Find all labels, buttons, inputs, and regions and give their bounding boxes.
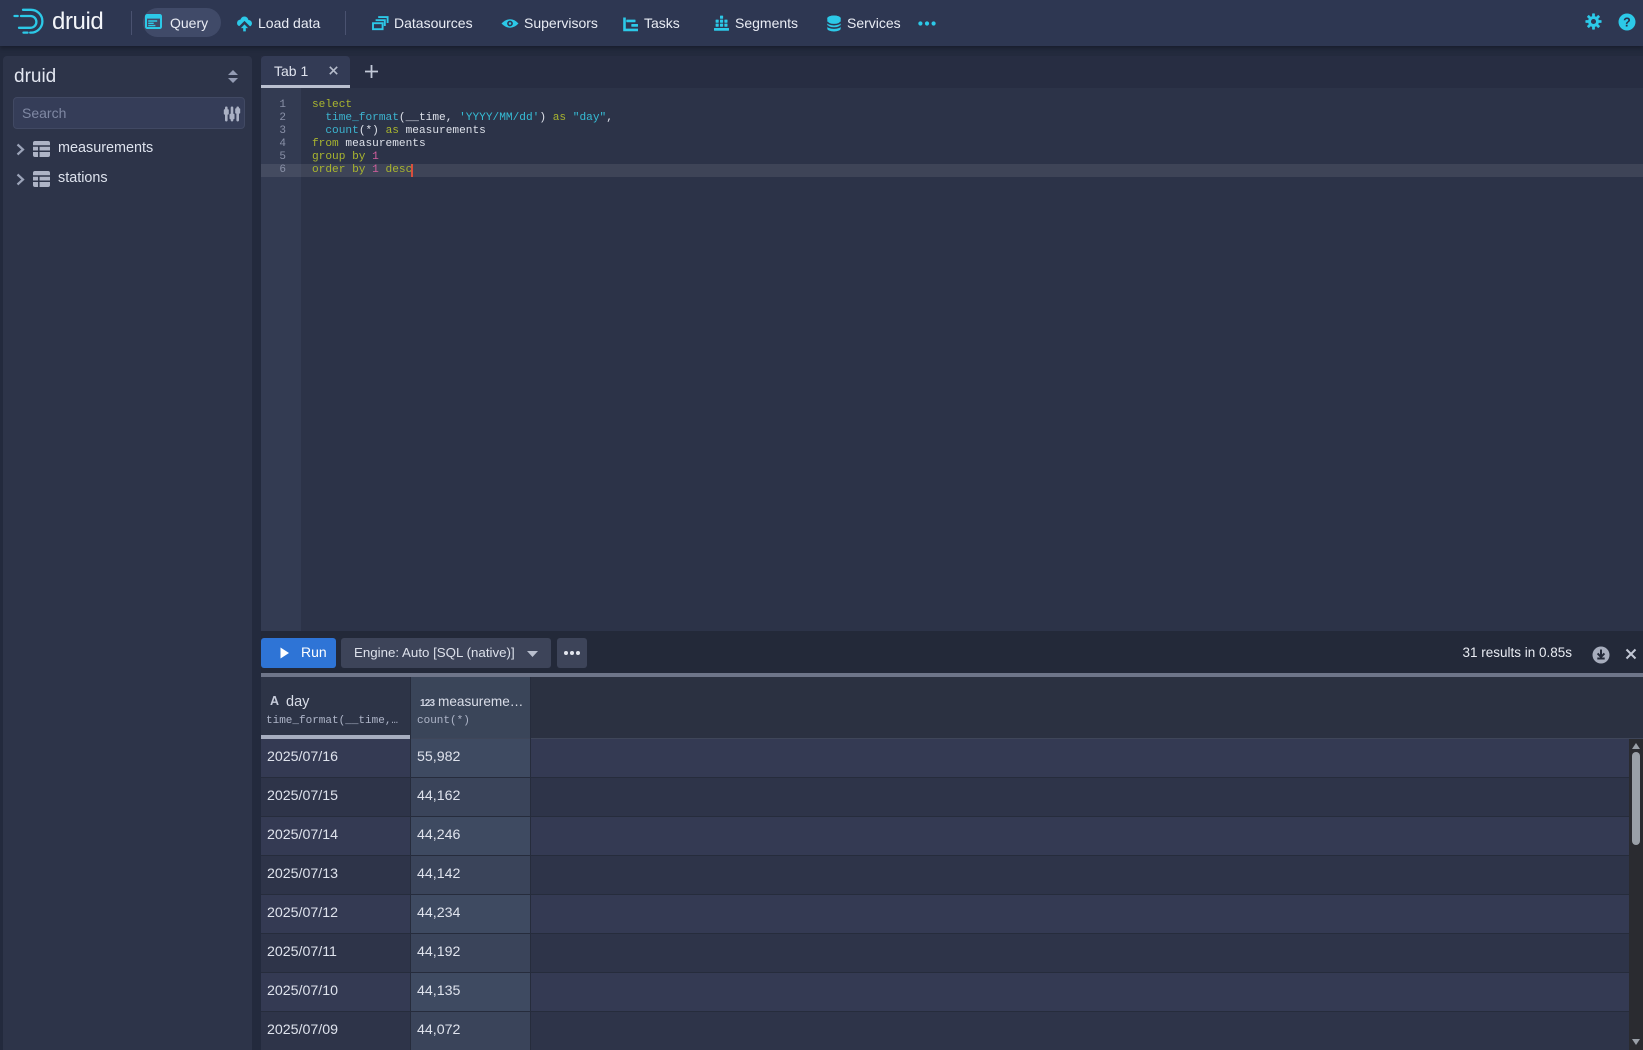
svg-text:?: ? — [1623, 15, 1631, 29]
